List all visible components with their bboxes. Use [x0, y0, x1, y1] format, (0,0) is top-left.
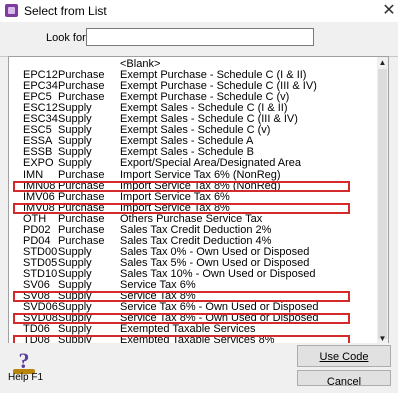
- list-item-code: EXPO: [23, 157, 54, 170]
- use-code-label: Use Code: [319, 351, 369, 363]
- list-item[interactable]: IMV08 Purchase Import Service Tax 8%: [9, 202, 388, 214]
- list-item-code: IMV06: [23, 190, 55, 203]
- list-item-description: Import Service Tax 6% (NonReg): [120, 168, 281, 181]
- svg-text:?: ?: [19, 349, 30, 373]
- app-icon: [5, 4, 18, 17]
- window-title: Select from List: [24, 4, 107, 18]
- code-list[interactable]: <Blank> EPC12 Purchase Exempt Purchase - Sc…: [8, 56, 389, 345]
- highlight-box: [13, 180, 350, 192]
- list-item-code: IMN: [23, 168, 44, 181]
- look-for-label: Look for:: [46, 32, 89, 44]
- list-item-type: Purchase: [58, 168, 105, 181]
- scroll-thumb[interactable]: [378, 69, 387, 339]
- highlight-box: [13, 202, 350, 214]
- search-panel: Look for:: [0, 22, 398, 57]
- bottom-bar: ? Help F1 Use Code Cancel: [0, 343, 398, 388]
- list-item-description: Import Service Tax 6%: [120, 190, 230, 203]
- title-bar: Select from List ✕: [0, 0, 398, 22]
- vertical-scrollbar[interactable]: ▲ ▼: [377, 57, 388, 344]
- cancel-button[interactable]: Cancel: [297, 370, 391, 388]
- list-item[interactable]: IMV06 Purchase Import Service Tax 6%: [9, 190, 388, 203]
- list-item[interactable]: EXPO Supply Export/Special Area/Designated…: [9, 158, 388, 169]
- list-item[interactable]: IMN Purchase Import Service Tax 6% (NonReg…: [9, 168, 388, 181]
- look-for-input[interactable]: [86, 28, 314, 46]
- help-label[interactable]: Help F1: [8, 372, 43, 383]
- list-item-type: Purchase: [58, 190, 105, 203]
- close-icon[interactable]: ✕: [380, 0, 398, 22]
- list-item-description: Export/Special Area/Designated Area: [120, 157, 302, 170]
- scroll-up-icon[interactable]: ▲: [377, 57, 388, 68]
- list-item-type: Supply: [58, 157, 92, 170]
- list-item[interactable]: IMN08 Purchase Import Service Tax 8% (NonR…: [9, 180, 388, 192]
- use-code-button[interactable]: Use Code: [297, 345, 391, 367]
